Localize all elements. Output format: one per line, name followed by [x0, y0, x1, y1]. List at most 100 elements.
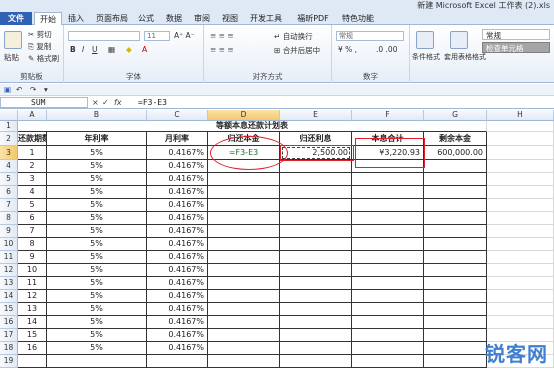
row-header-9[interactable]: 9	[0, 225, 18, 238]
table-cell[interactable]	[487, 225, 554, 238]
table-cell[interactable]	[424, 173, 487, 186]
table-cell[interactable]: 5%	[47, 160, 147, 173]
customize-toolbar-icon[interactable]: ▾	[44, 85, 48, 94]
column-header-f[interactable]: F	[352, 110, 424, 121]
italic-icon[interactable]: I	[82, 45, 84, 54]
table-cell[interactable]	[280, 290, 352, 303]
tab-insert[interactable]: 插入	[64, 12, 88, 25]
table-cell[interactable]	[280, 264, 352, 277]
row-header-4[interactable]: 4	[0, 160, 18, 173]
table-cell[interactable]: 0.4167%	[147, 146, 208, 160]
table-cell[interactable]	[280, 303, 352, 316]
table-cell[interactable]: 1	[18, 146, 47, 160]
table-cell[interactable]: 0.4167%	[147, 238, 208, 251]
cell-h1[interactable]	[487, 121, 554, 132]
column-header-d[interactable]: D	[208, 110, 280, 121]
table-cell[interactable]	[280, 355, 352, 368]
table-cell[interactable]: 15	[18, 329, 47, 342]
column-title-cell[interactable]: 月利率	[147, 132, 208, 146]
table-cell[interactable]	[424, 238, 487, 251]
table-cell[interactable]	[47, 355, 147, 368]
font-color-icon[interactable]: A	[142, 45, 147, 54]
table-cell[interactable]	[208, 238, 280, 251]
table-cell[interactable]: 0.4167%	[147, 264, 208, 277]
conditional-format-icon[interactable]	[416, 31, 434, 49]
formula-input[interactable]: =F3-E3	[138, 97, 167, 108]
table-cell[interactable]	[280, 277, 352, 290]
table-cell[interactable]: 0.4167%	[147, 303, 208, 316]
table-cell[interactable]: 5%	[47, 290, 147, 303]
paste-button[interactable]: 粘贴	[4, 52, 19, 63]
table-cell[interactable]	[208, 199, 280, 212]
style-check-cell[interactable]: 检查单元格	[482, 42, 550, 53]
fill-color-icon[interactable]: ◆	[126, 45, 132, 54]
paste-icon[interactable]	[4, 31, 22, 49]
undo-icon[interactable]: ↶	[16, 85, 22, 94]
table-cell[interactable]: 10	[18, 264, 47, 277]
cancel-formula-icon[interactable]: ×	[92, 97, 99, 108]
table-cell[interactable]	[208, 355, 280, 368]
row-header-1[interactable]: 1	[0, 121, 18, 132]
table-cell[interactable]: 0.4167%	[147, 199, 208, 212]
table-cell[interactable]	[487, 303, 554, 316]
font-size-select[interactable]: 11	[144, 31, 170, 41]
table-cell[interactable]: 8	[18, 238, 47, 251]
style-normal[interactable]: 常规	[482, 29, 550, 40]
currency-icon[interactable]: ¥ % ,	[338, 45, 357, 54]
table-cell[interactable]: 0.4167%	[147, 329, 208, 342]
table-cell[interactable]: 5%	[47, 186, 147, 199]
table-cell[interactable]	[487, 199, 554, 212]
tab-file[interactable]: 文件	[0, 12, 32, 25]
table-cell[interactable]	[487, 160, 554, 173]
sheet-title[interactable]: 等额本息还款计划表	[18, 121, 487, 132]
align-top-icon[interactable]: ≡ ≡ ≡	[210, 31, 234, 40]
table-cell[interactable]	[424, 290, 487, 303]
table-cell[interactable]: 2	[18, 160, 47, 173]
row-header-16[interactable]: 16	[0, 316, 18, 329]
table-cell[interactable]	[424, 303, 487, 316]
tab-special-features[interactable]: 特色功能	[338, 12, 378, 25]
table-cell[interactable]	[424, 160, 487, 173]
save-icon[interactable]: ▣	[4, 85, 11, 94]
table-cell[interactable]: 6	[18, 212, 47, 225]
table-cell[interactable]: 11	[18, 277, 47, 290]
table-cell[interactable]	[352, 303, 424, 316]
table-cell[interactable]: 600,000.00	[424, 146, 487, 160]
table-cell[interactable]: 5%	[47, 251, 147, 264]
table-cell[interactable]: 0.4167%	[147, 160, 208, 173]
column-title-cell[interactable]: 剩余本金	[424, 132, 487, 146]
table-cell[interactable]	[352, 329, 424, 342]
insert-function-icon[interactable]: fx	[114, 97, 122, 108]
table-cell[interactable]	[487, 277, 554, 290]
worksheet-grid[interactable]: A B C D E F G H 1 2 3 4 5 6 7 8 9 10 11 12 13 14 15 16 17 18 19 等额本…	[0, 110, 554, 371]
decimal-icon[interactable]: .0 .00	[376, 45, 397, 54]
table-cell[interactable]	[280, 238, 352, 251]
row-header-12[interactable]: 12	[0, 264, 18, 277]
table-cell[interactable]: 0.4167%	[147, 186, 208, 199]
table-cell[interactable]	[487, 146, 554, 160]
table-cell[interactable]	[208, 212, 280, 225]
wrap-text-button[interactable]: ↵ 自动换行	[274, 31, 313, 42]
table-cell[interactable]: 5%	[47, 329, 147, 342]
table-cell[interactable]	[424, 186, 487, 199]
table-cell[interactable]	[208, 290, 280, 303]
table-cell[interactable]	[487, 186, 554, 199]
column-title-cell[interactable]: 还款期数	[18, 132, 47, 146]
column-header-e[interactable]: E	[280, 110, 352, 121]
table-cell[interactable]: 7	[18, 225, 47, 238]
table-cell[interactable]	[352, 290, 424, 303]
table-cell[interactable]	[352, 342, 424, 355]
table-cell[interactable]	[280, 251, 352, 264]
tab-page-layout[interactable]: 页面布局	[92, 12, 132, 25]
table-cell[interactable]: 12	[18, 290, 47, 303]
table-cell[interactable]	[424, 329, 487, 342]
table-cell[interactable]	[352, 186, 424, 199]
table-cell[interactable]	[424, 342, 487, 355]
table-cell[interactable]	[424, 264, 487, 277]
table-cell[interactable]	[280, 329, 352, 342]
table-cell[interactable]: 5%	[47, 303, 147, 316]
table-format-icon[interactable]	[450, 31, 468, 49]
table-cell[interactable]	[487, 173, 554, 186]
tab-view[interactable]: 视图	[218, 12, 242, 25]
table-cell[interactable]	[208, 303, 280, 316]
